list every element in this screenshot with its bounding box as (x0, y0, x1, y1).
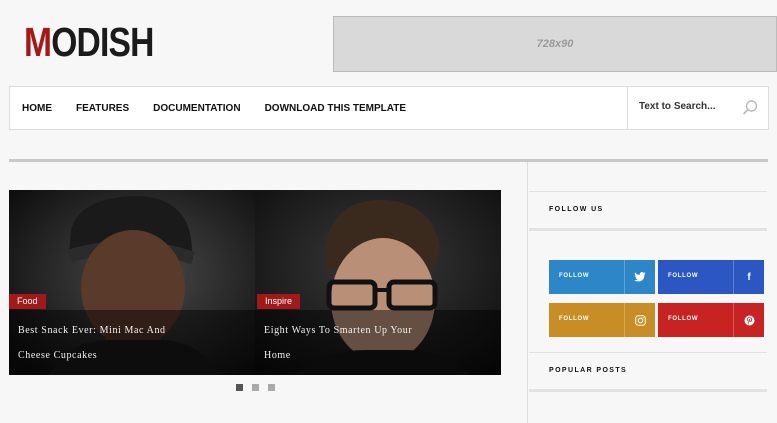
slide-food[interactable]: Food Best Snack Ever: Mini Mac And Chees… (9, 190, 255, 375)
slider-dot[interactable] (268, 384, 275, 391)
follow-label: FOLLOW (668, 273, 699, 279)
popular-posts-header: POPULAR POSTS (529, 352, 767, 392)
pinterest-icon (733, 303, 764, 337)
ad-banner[interactable]: 728x90 (333, 16, 777, 72)
follow-instagram-button[interactable]: FOLLOW (549, 303, 655, 337)
slider-pagination (236, 384, 284, 391)
search-input[interactable] (637, 100, 741, 113)
search-icon[interactable] (741, 99, 759, 117)
nav-menu: HOME FEATURES DOCUMENTATION DOWNLOAD THI… (10, 87, 418, 129)
follow-facebook-button[interactable]: FOLLOW f (658, 260, 764, 294)
follow-label: FOLLOW (559, 316, 590, 322)
slide-inspire[interactable]: Inspire Eight Ways To Smarten Up Your Ho… (255, 190, 501, 375)
twitter-icon (624, 260, 655, 294)
slider-dot[interactable] (236, 384, 243, 391)
slider-dot[interactable] (252, 384, 259, 391)
slide-category-tag[interactable]: Inspire (257, 294, 301, 309)
slide-title[interactable]: Eight Ways To Smarten Up Your Home (264, 318, 439, 368)
nav-item-features[interactable]: FEATURES (76, 103, 129, 114)
follow-us-title: FOLLOW US (549, 206, 604, 213)
sidebar-divider (527, 162, 528, 423)
slide-title[interactable]: Best Snack Ever: Mini Mac And Cheese Cup… (18, 318, 193, 368)
logo-rest: ODISH (51, 19, 154, 65)
follow-label: FOLLOW (559, 273, 590, 279)
instagram-icon (624, 303, 655, 337)
follow-twitter-button[interactable]: FOLLOW (549, 260, 655, 294)
slide-caption: Eight Ways To Smarten Up Your Home (255, 310, 501, 375)
content-divider (9, 159, 768, 162)
main-navigation: HOME FEATURES DOCUMENTATION DOWNLOAD THI… (9, 86, 769, 130)
nav-item-documentation[interactable]: DOCUMENTATION (153, 103, 240, 114)
facebook-icon: f (733, 260, 764, 294)
follow-label: FOLLOW (668, 316, 699, 322)
slide-caption: Best Snack Ever: Mini Mac And Cheese Cup… (9, 310, 255, 375)
follow-pinterest-button[interactable]: FOLLOW (658, 303, 764, 337)
ad-banner-label: 728x90 (536, 38, 574, 50)
nav-item-download-template[interactable]: DOWNLOAD THIS TEMPLATE (265, 103, 406, 114)
logo-first-letter: M (24, 19, 52, 65)
search-box (627, 87, 769, 129)
follow-us-header: FOLLOW US (529, 191, 767, 231)
nav-item-home[interactable]: HOME (22, 103, 52, 114)
popular-posts-title: POPULAR POSTS (549, 367, 628, 374)
slide-category-tag[interactable]: Food (9, 294, 46, 309)
site-logo[interactable]: MODISH (24, 20, 154, 64)
